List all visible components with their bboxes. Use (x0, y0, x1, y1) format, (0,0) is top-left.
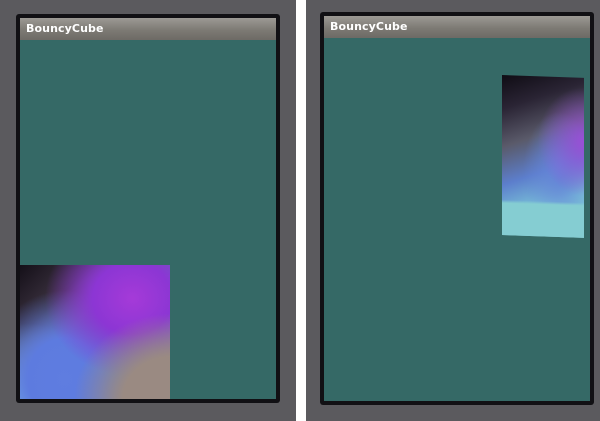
bouncy-cube[interactable] (20, 265, 170, 399)
bouncy-cube[interactable] (502, 75, 584, 238)
comparison-stage: BouncyCube BouncyCube (0, 0, 600, 421)
app-title-bar: BouncyCube (324, 16, 590, 38)
phone-screen-right: BouncyCube (320, 12, 594, 405)
phone-screen-left: BouncyCube (16, 14, 280, 403)
app-canvas[interactable] (20, 40, 276, 399)
app-canvas[interactable] (324, 38, 590, 401)
emulator-frame-left: BouncyCube (0, 0, 296, 421)
emulator-frame-right: BouncyCube (306, 0, 600, 421)
app-title-bar: BouncyCube (20, 18, 276, 40)
